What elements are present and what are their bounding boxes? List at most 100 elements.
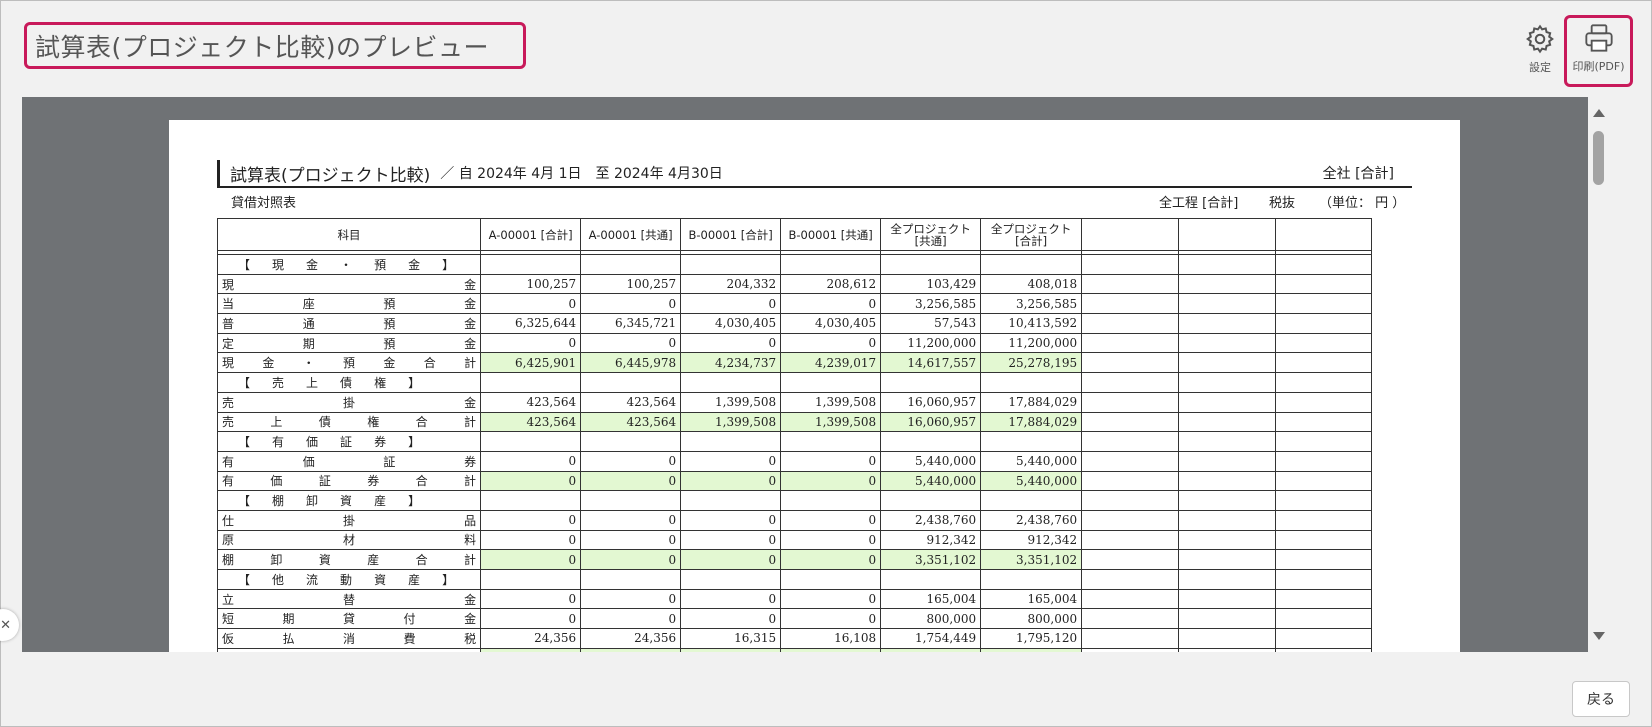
settings-button[interactable]: 設定 (1510, 19, 1570, 85)
value-cell: 16,060,957 (880, 391, 982, 413)
value-cell (1275, 411, 1373, 433)
value-cell (1275, 608, 1373, 630)
print-pdf-button[interactable]: 印刷(PDF) (1564, 15, 1633, 87)
value-cell (1275, 273, 1373, 295)
category-heading-row: 【棚卸資産】 (216, 490, 1373, 511)
value-cell (980, 372, 1083, 393)
value-cell (1178, 490, 1277, 511)
value-cell: 0 (680, 588, 782, 610)
column-header: A-00001 [共通] (580, 218, 682, 251)
value-cell: 208,612 (780, 273, 882, 295)
value-cell (1081, 450, 1180, 472)
value-cell: 24,356 (580, 628, 682, 649)
value-cell: 0 (680, 332, 782, 354)
column-header: 科目 (216, 218, 482, 251)
value-cell (1081, 332, 1180, 354)
document-unit: （単位： 円 ） (1319, 196, 1406, 211)
column-header (1081, 218, 1180, 251)
value-cell: 3,351,102 (980, 549, 1083, 570)
value-cell: 4,030,405 (780, 313, 882, 334)
value-cell (1275, 509, 1373, 531)
value-cell: 25,278,195 (980, 352, 1083, 374)
column-header (1275, 218, 1373, 251)
back-button[interactable]: 戻る (1572, 681, 1630, 717)
value-cell (580, 490, 682, 511)
value-cell: 16,315 (680, 628, 782, 649)
pdf-preview-viewer[interactable]: 試算表(プロジェクト比較) ／ 自 2024年 4月 1日 至 2024年 4月… (22, 97, 1610, 652)
value-cell (1275, 450, 1373, 472)
value-cell: 423,564 (580, 411, 682, 433)
value-cell (480, 490, 582, 511)
value-cell (780, 569, 882, 590)
value-cell (1275, 372, 1373, 393)
table-row: 原材料 0 0 0 0 912,342 912,342 (216, 529, 1373, 551)
value-cell: 0 (580, 293, 682, 315)
value-cell: 5,440,000 (980, 450, 1083, 472)
value-cell (580, 254, 682, 275)
scroll-thumb[interactable] (1593, 131, 1604, 185)
account-name-cell: 棚卸資産合計 (216, 549, 482, 570)
account-name-cell: 立替金 (216, 588, 482, 610)
account-name-cell: 定期預金 (216, 332, 482, 354)
value-cell (980, 431, 1083, 452)
value-cell (1178, 372, 1277, 393)
value-cell (1275, 549, 1373, 570)
value-cell (1178, 549, 1277, 570)
account-name-cell: 売上債権合計 (216, 411, 482, 433)
value-cell (580, 569, 682, 590)
side-panel-close-button[interactable]: ✕ (0, 609, 19, 641)
value-cell (480, 372, 582, 393)
account-name-cell: 【有価証券】 (216, 431, 482, 452)
subtotal-row: 売上債権合計 423,564 423,564 1,399,508 1,399,508 16… (216, 411, 1373, 433)
account-name-cell: 仕掛品 (216, 509, 482, 531)
scroll-up-arrow-icon[interactable] (1593, 109, 1605, 117)
category-heading-row: 【有価証券】 (216, 431, 1373, 452)
column-header (1178, 218, 1277, 251)
value-cell (1275, 391, 1373, 413)
document-tax: 税抜 (1269, 196, 1296, 211)
value-cell: 0 (780, 608, 882, 630)
document-process: 全工程 [合計] (1159, 196, 1239, 211)
scroll-down-arrow-icon[interactable] (1593, 632, 1605, 640)
value-cell (1081, 569, 1180, 590)
vertical-scrollbar[interactable] (1588, 97, 1610, 652)
account-name-cell: 原材料 (216, 529, 482, 551)
document-company: 全社 [合計] (1322, 166, 1394, 182)
category-heading-row: 【他流動資産】 (216, 569, 1373, 590)
table-row: 有価証券 0 0 0 0 5,440,000 5,440,000 (216, 450, 1373, 472)
value-cell: 2,438,760 (980, 509, 1083, 531)
account-name-cell: 【現金・預金】 (216, 254, 482, 275)
value-cell (1178, 391, 1277, 413)
value-cell: 24,356 (480, 628, 582, 649)
value-cell: 0 (580, 509, 682, 531)
value-cell (480, 647, 582, 652)
value-cell (480, 254, 582, 275)
value-cell: 0 (780, 450, 882, 472)
value-cell (1081, 628, 1180, 649)
category-heading-row: 【現金・預金】 (216, 254, 1373, 275)
value-cell (880, 254, 982, 275)
value-cell: 0 (680, 608, 782, 630)
value-cell (1081, 529, 1180, 551)
value-cell: 0 (780, 509, 882, 531)
value-cell (1081, 391, 1180, 413)
value-cell (1081, 411, 1180, 433)
value-cell: 0 (580, 332, 682, 354)
value-cell (780, 431, 882, 452)
subtotal-row: 棚卸資産合計 0 0 0 0 3,351,102 3,351,102 (216, 549, 1373, 570)
value-cell (1178, 411, 1277, 433)
value-cell (480, 431, 582, 452)
value-cell (1081, 313, 1180, 334)
value-cell: 3,256,585 (980, 293, 1083, 315)
subtotal-row: 有価証券合計 0 0 0 0 5,440,000 5,440,000 (216, 470, 1373, 492)
value-cell (1081, 608, 1180, 630)
value-cell: 0 (480, 509, 582, 531)
value-cell (1081, 431, 1180, 452)
value-cell (680, 254, 782, 275)
value-cell (1081, 254, 1180, 275)
value-cell (580, 647, 682, 652)
account-name-cell: 【売上債権】 (216, 372, 482, 393)
value-cell: 0 (780, 549, 882, 570)
value-cell (980, 647, 1083, 652)
title-highlight: 試算表(プロジェクト比較)のプレビュー (24, 22, 526, 69)
